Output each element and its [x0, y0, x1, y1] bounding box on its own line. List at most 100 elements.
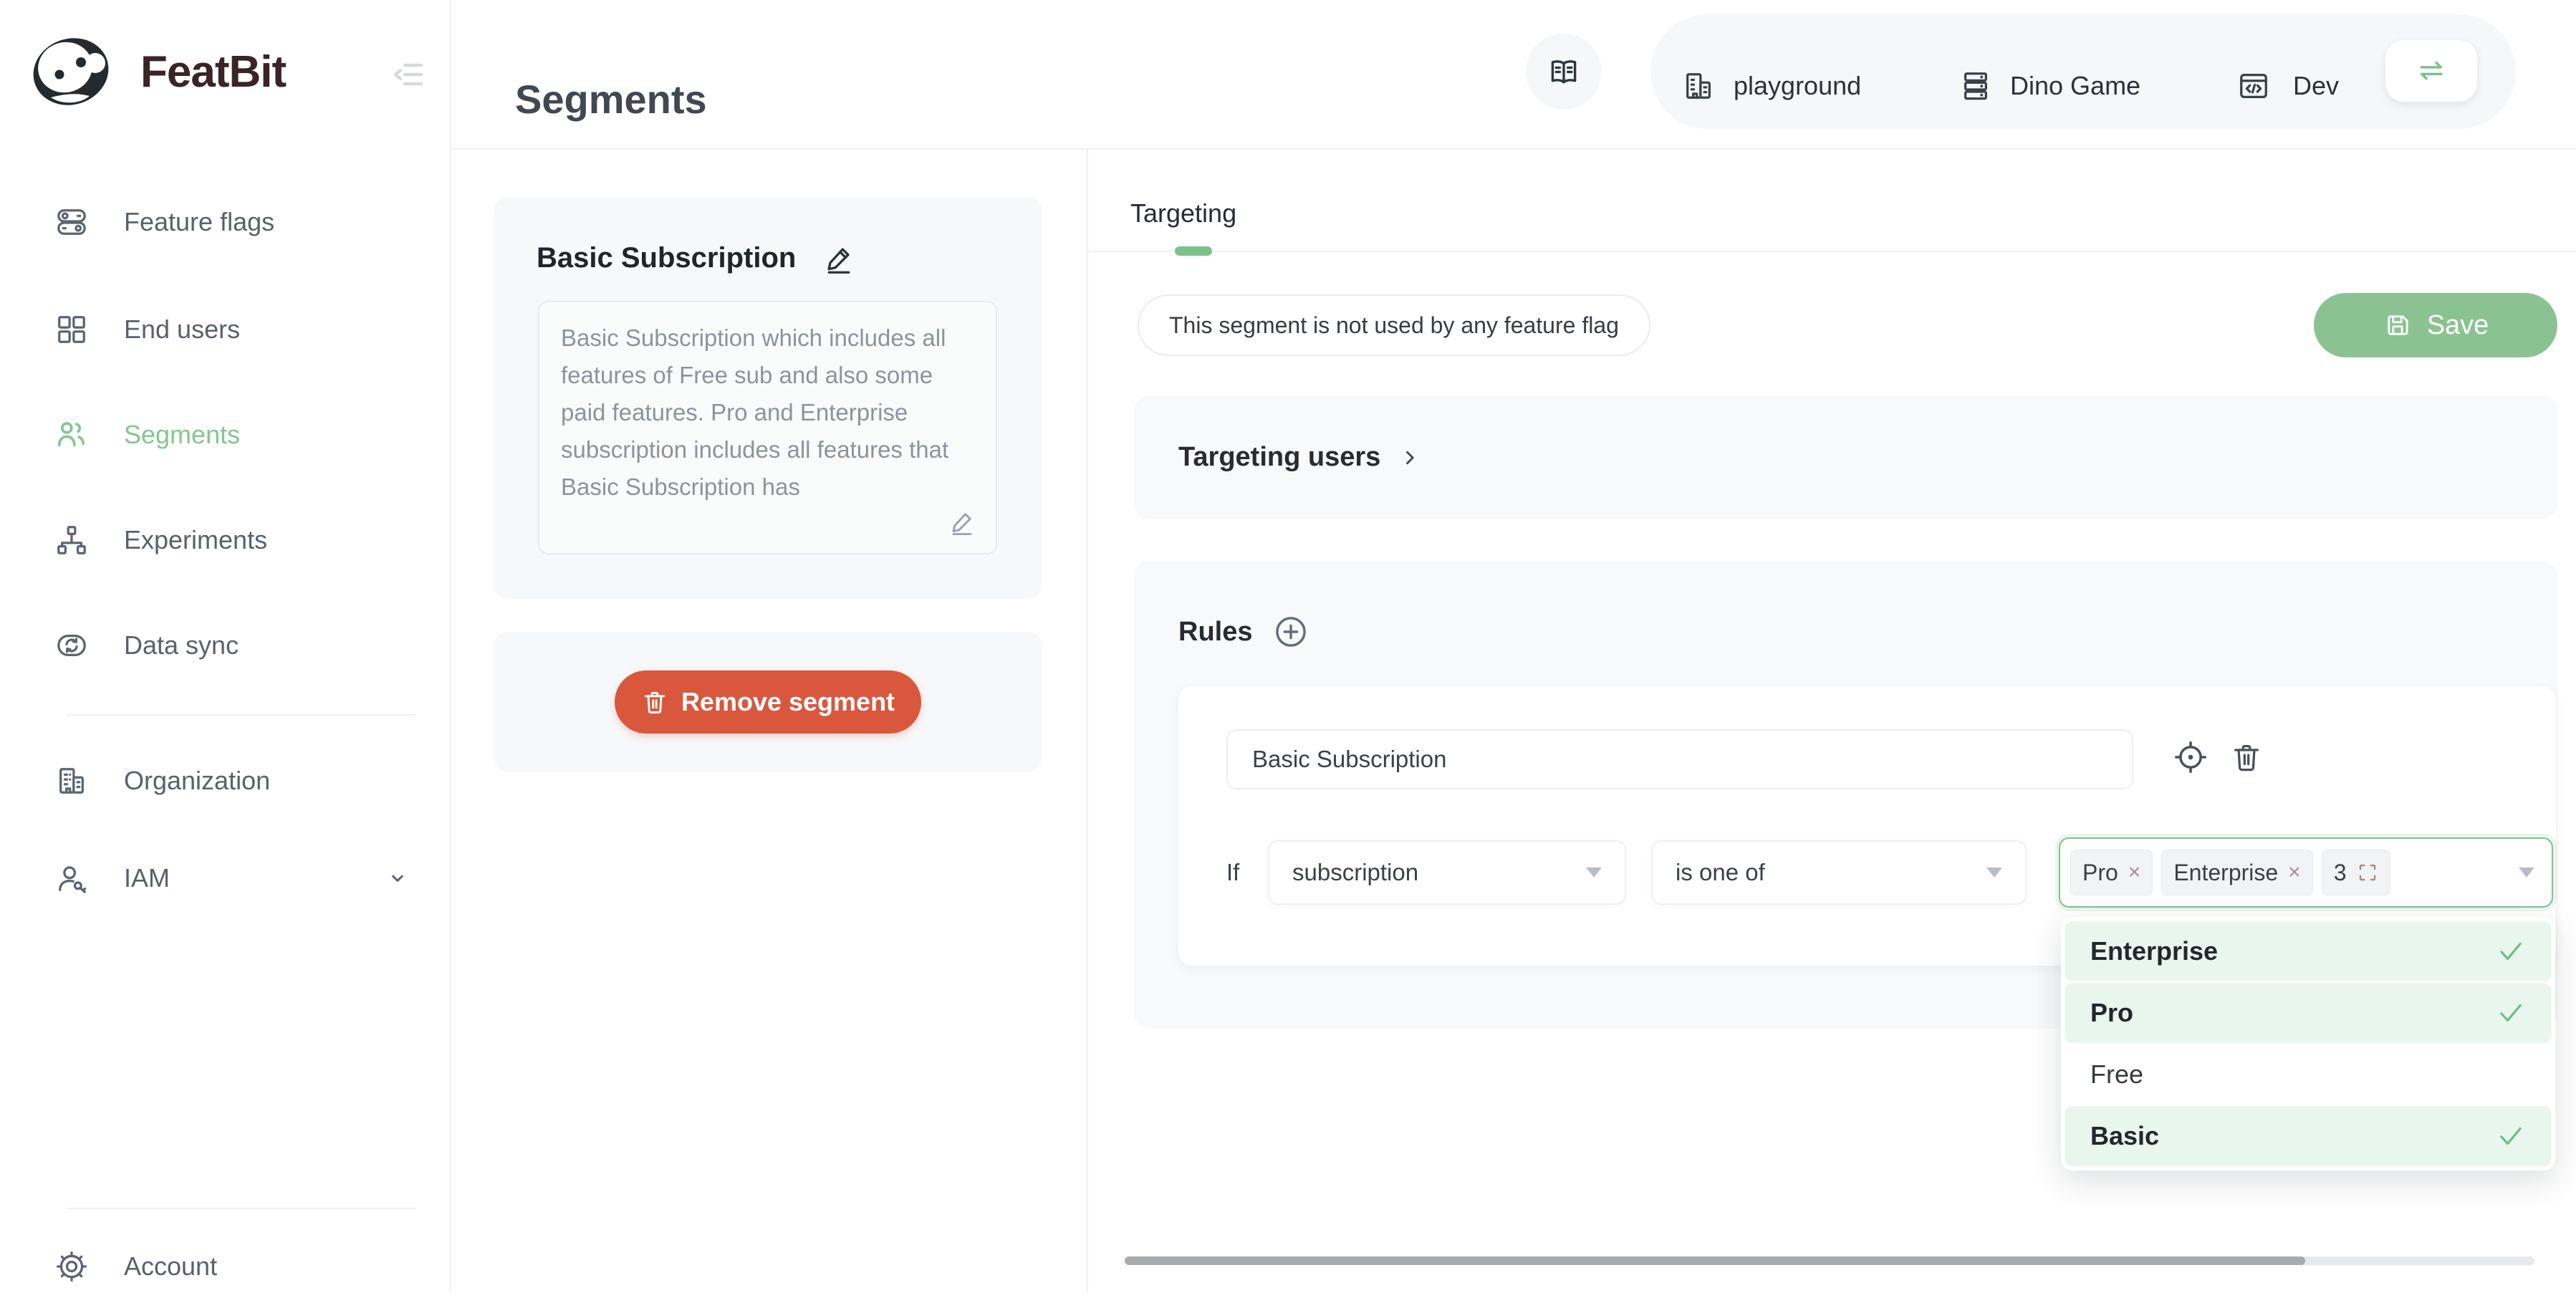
- server-stack-icon: [1959, 69, 1992, 102]
- sidebar-item-label: Data sync: [124, 630, 239, 661]
- gear-icon: [55, 1250, 88, 1283]
- save-button[interactable]: Save: [2314, 293, 2557, 357]
- add-rule-icon[interactable]: [1272, 613, 1309, 650]
- save-label: Save: [2427, 310, 2489, 341]
- sidebar-item-feature-flags[interactable]: Feature flags: [0, 191, 450, 254]
- sidebar-divider: [67, 714, 415, 716]
- dropdown-option-enterprise[interactable]: Enterprise: [2065, 921, 2552, 981]
- tab-bar-line: [1087, 251, 2576, 252]
- remove-tag-icon[interactable]: ×: [2288, 862, 2301, 883]
- sidebar-item-account[interactable]: Account: [0, 1235, 450, 1298]
- tag-label: Enterprise: [2173, 860, 2278, 886]
- trash-icon: [641, 688, 668, 716]
- usage-note-text: This segment is not used by any feature …: [1169, 312, 1619, 339]
- remove-segment-button[interactable]: Remove segment: [615, 670, 921, 734]
- caret-down-icon: [1986, 867, 2002, 878]
- logo[interactable]: FeatBit: [29, 34, 286, 109]
- swap-arrows-icon: [2416, 55, 2447, 87]
- data-sync-icon: [55, 629, 88, 662]
- segment-description: Basic Subscription which includes all fe…: [539, 302, 996, 523]
- switch-environment-button[interactable]: [2385, 40, 2477, 102]
- value-tag[interactable]: Pro ×: [2070, 850, 2153, 895]
- tab-targeting[interactable]: Targeting: [1130, 198, 1236, 229]
- operator-select[interactable]: is one of: [1651, 840, 2027, 905]
- docs-button[interactable]: [1526, 34, 1602, 110]
- sidebar-item-organization[interactable]: Organization: [0, 749, 450, 812]
- rule-name-input[interactable]: [1226, 729, 2133, 789]
- sidebar-item-label: IAM: [124, 862, 170, 894]
- caret-down-icon: [2519, 867, 2534, 878]
- segments-icon: [55, 418, 88, 451]
- option-label: Free: [2090, 1059, 2143, 1090]
- check-icon: [2496, 936, 2526, 966]
- values-multiselect[interactable]: Pro × Enterprise × 3: [2059, 837, 2553, 908]
- property-select[interactable]: subscription: [1268, 840, 1626, 905]
- targeting-users-label: Targeting users: [1178, 442, 1380, 473]
- option-label: Enterprise: [2090, 936, 2218, 966]
- segment-card: Basic Subscription Basic Subscription wh…: [494, 198, 1042, 599]
- active-tab-indicator: [1175, 246, 1212, 256]
- operator-value: is one of: [1676, 859, 1765, 886]
- dropdown-option-basic[interactable]: Basic: [2065, 1106, 2552, 1166]
- expand-icon[interactable]: [2357, 862, 2378, 883]
- crosshair-icon[interactable]: [2173, 739, 2209, 775]
- values-dropdown: Enterprise Pro Free Basic: [2061, 917, 2555, 1170]
- sidebar-item-experiments[interactable]: Experiments: [0, 509, 450, 572]
- sidebar: FeatBit Feature flags End users: [0, 0, 451, 1292]
- overflow-count: 3: [2334, 860, 2347, 886]
- horizontal-scrollbar-thumb[interactable]: [1125, 1256, 2305, 1265]
- tag-label: Pro: [2082, 860, 2118, 886]
- sidebar-item-label: Experiments: [124, 524, 267, 556]
- option-label: Basic: [2090, 1121, 2159, 1151]
- header-border: [451, 148, 2576, 150]
- sidebar-item-label: Account: [124, 1251, 217, 1282]
- environment-name[interactable]: Dev: [2293, 70, 2339, 102]
- chevron-right-icon: [1398, 446, 1422, 470]
- save-icon: [2383, 310, 2413, 340]
- dropdown-option-pro[interactable]: Pro: [2065, 983, 2552, 1043]
- chevron-down-icon: [385, 866, 410, 890]
- product-name[interactable]: Dino Game: [2010, 70, 2140, 102]
- edit-name-icon[interactable]: [823, 243, 855, 274]
- sidebar-item-label: Organization: [124, 765, 270, 797]
- caret-down-icon: [1586, 867, 1602, 878]
- delete-rule-icon[interactable]: [2230, 741, 2263, 774]
- sidebar-item-label: Feature flags: [124, 206, 274, 238]
- page-title: Segments: [515, 76, 707, 123]
- check-icon: [2496, 1121, 2526, 1151]
- featbit-logo-icon: [29, 34, 116, 109]
- sidebar-divider: [67, 1208, 415, 1209]
- building-icon: [1682, 69, 1715, 102]
- sidebar-item-label: End users: [124, 314, 240, 345]
- remove-tag-icon[interactable]: ×: [2128, 862, 2141, 883]
- targeting-users-section[interactable]: Targeting users: [1134, 396, 2557, 519]
- sidebar-item-segments[interactable]: Segments: [0, 403, 450, 466]
- panel-divider: [1087, 150, 1088, 1292]
- option-label: Pro: [2090, 998, 2133, 1028]
- edit-description-icon[interactable]: [948, 509, 976, 536]
- dropdown-option-free[interactable]: Free: [2065, 1044, 2552, 1105]
- usage-note: This segment is not used by any feature …: [1138, 294, 1650, 356]
- book-icon: [1547, 54, 1581, 89]
- overflow-tag[interactable]: 3: [2322, 850, 2390, 895]
- brand-name: FeatBit: [140, 47, 286, 97]
- check-icon: [2496, 998, 2526, 1028]
- segment-description-box[interactable]: Basic Subscription which includes all fe…: [538, 301, 997, 554]
- sidebar-item-data-sync[interactable]: Data sync: [0, 614, 450, 677]
- code-window-icon: [2237, 69, 2270, 102]
- end-users-icon: [55, 313, 88, 346]
- organization-icon: [55, 764, 88, 797]
- sidebar-collapse-icon[interactable]: [391, 57, 426, 92]
- iam-icon: [55, 862, 88, 895]
- segment-name: Basic Subscription: [537, 242, 796, 274]
- feature-flags-icon: [55, 206, 88, 239]
- sidebar-item-end-users[interactable]: End users: [0, 298, 450, 361]
- rules-label: Rules: [1178, 617, 1252, 648]
- remove-segment-card: Remove segment: [494, 632, 1042, 772]
- value-tag[interactable]: Enterprise ×: [2161, 850, 2312, 895]
- sidebar-item-iam[interactable]: IAM: [0, 847, 450, 910]
- environment-switcher: playground Dino Game Dev: [1650, 14, 2516, 129]
- experiments-icon: [55, 524, 88, 557]
- project-name[interactable]: playground: [1734, 70, 1861, 102]
- property-value: subscription: [1292, 859, 1418, 886]
